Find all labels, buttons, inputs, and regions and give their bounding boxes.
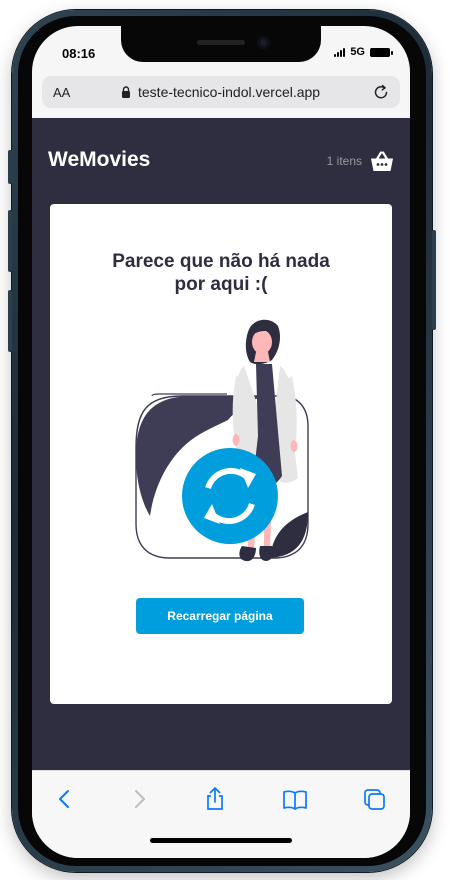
status-indicators: 5G xyxy=(334,46,393,58)
refresh-icon xyxy=(182,448,278,544)
bookmarks-icon[interactable] xyxy=(282,787,308,811)
browser-toolbar xyxy=(32,770,410,858)
network-type: 5G xyxy=(350,46,365,58)
text-size-button[interactable]: AA xyxy=(53,85,70,100)
home-indicator[interactable] xyxy=(150,838,292,843)
brand-logo[interactable]: WeMovies xyxy=(48,148,150,172)
empty-state-illustration xyxy=(135,319,309,562)
power-button xyxy=(432,230,436,330)
signal-icon xyxy=(334,47,346,57)
silent-switch xyxy=(8,150,12,184)
address-bar[interactable]: AA teste-tecnico-indol.vercel.app xyxy=(42,76,400,108)
volume-up-button xyxy=(8,210,12,272)
app-viewport: WeMovies 1 itens Parece que não há nada … xyxy=(32,118,410,770)
phone-screen: 08:16 5G AA teste-tecnico-indol.vercel.a… xyxy=(32,26,410,858)
reload-icon[interactable] xyxy=(371,82,391,102)
empty-state-title: Parece que não há nada por aqui :( xyxy=(112,251,330,295)
back-icon[interactable] xyxy=(52,787,78,811)
speaker xyxy=(197,40,245,45)
basket-icon xyxy=(371,151,393,171)
volume-down-button xyxy=(8,290,12,352)
empty-state-card: Parece que não há nada por aqui :(Recar… xyxy=(50,204,392,704)
front-camera xyxy=(257,36,270,49)
status-time: 08:16 xyxy=(62,46,96,61)
forward-icon[interactable] xyxy=(126,787,152,811)
share-icon[interactable] xyxy=(202,787,228,811)
cart-link[interactable]: 1 itens xyxy=(327,150,394,172)
tabs-icon[interactable] xyxy=(362,787,388,811)
url-text[interactable]: teste-tecnico-indol.vercel.app xyxy=(138,84,320,100)
lock-icon xyxy=(122,86,130,98)
reload-page-button[interactable]: Recarregar página xyxy=(136,598,304,634)
notch xyxy=(121,26,321,62)
battery-icon xyxy=(370,47,393,57)
cart-count: 1 itens xyxy=(326,154,362,168)
